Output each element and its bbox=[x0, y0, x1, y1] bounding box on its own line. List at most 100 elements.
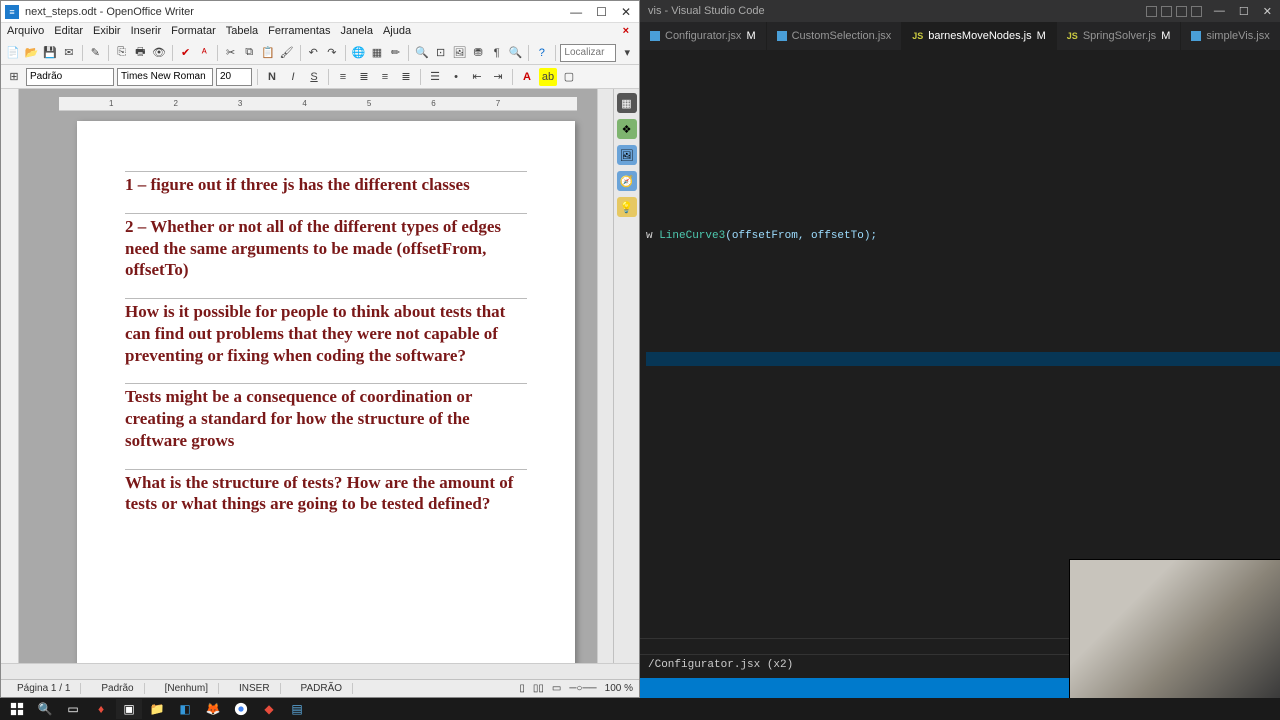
sidebar-tip-icon[interactable]: 💡 bbox=[617, 197, 637, 217]
vertical-scrollbar[interactable] bbox=[597, 89, 613, 663]
horizontal-scrollbar[interactable] bbox=[1, 663, 639, 679]
sidebar-properties-icon[interactable]: ▦ bbox=[617, 93, 637, 113]
paragraph[interactable]: 1 – figure out if three js has the diffe… bbox=[125, 171, 527, 196]
zoom-slider[interactable]: ─○── bbox=[569, 683, 596, 694]
menu-ajuda[interactable]: Ajuda bbox=[383, 25, 411, 39]
menu-tabela[interactable]: Tabela bbox=[226, 25, 258, 39]
menu-formatar[interactable]: Formatar bbox=[171, 25, 216, 39]
open-button[interactable]: 📂 bbox=[24, 44, 40, 62]
sidebar-gallery-icon[interactable]: 🖼 bbox=[617, 145, 637, 165]
redo-button[interactable]: ↷ bbox=[324, 44, 340, 62]
vs-close-button[interactable]: ✕ bbox=[1263, 5, 1272, 18]
navigator-button[interactable]: ⊡ bbox=[433, 44, 449, 62]
help-button[interactable]: ? bbox=[534, 44, 550, 62]
paragraph-style-select[interactable] bbox=[26, 68, 114, 86]
tab-simplevis[interactable]: simpleVis.jsx bbox=[1181, 22, 1280, 50]
menu-inserir[interactable]: Inserir bbox=[131, 25, 162, 39]
vs-editor[interactable]: w LineCurve3(offsetFrom, offsetTo); bbox=[640, 50, 1280, 638]
paste-button[interactable]: 📋 bbox=[260, 44, 276, 62]
align-center-button[interactable]: ≣ bbox=[355, 68, 373, 86]
view-single-icon[interactable]: ▯ bbox=[519, 683, 525, 694]
undo-button[interactable]: ↶ bbox=[305, 44, 321, 62]
vs-minimize-button[interactable]: — bbox=[1214, 5, 1225, 18]
search-button[interactable]: 🔍 bbox=[32, 699, 58, 719]
menu-arquivo[interactable]: Arquivo bbox=[7, 25, 44, 39]
datasource-button[interactable]: ⛃ bbox=[470, 44, 486, 62]
underline-button[interactable]: S bbox=[305, 68, 323, 86]
view-book-icon[interactable]: ▭ bbox=[552, 683, 561, 694]
new-doc-button[interactable]: 📄 bbox=[5, 44, 21, 62]
save-button[interactable]: 💾 bbox=[42, 44, 58, 62]
tab-customselection[interactable]: CustomSelection.jsx bbox=[767, 22, 903, 50]
menu-editar[interactable]: Editar bbox=[54, 25, 83, 39]
window-close-button[interactable]: ✕ bbox=[621, 5, 631, 19]
paragraph[interactable]: 2 – Whether or not all of the different … bbox=[125, 213, 527, 281]
font-name-select[interactable] bbox=[117, 68, 213, 86]
preview-button[interactable]: 👁 bbox=[151, 44, 167, 62]
status-page[interactable]: Página 1 / 1 bbox=[7, 683, 81, 694]
email-button[interactable]: ✉ bbox=[61, 44, 77, 62]
tab-barnesmovenodes[interactable]: JS barnesMoveNodes.js M bbox=[902, 22, 1057, 50]
taskbar-firefox[interactable]: 🦊 bbox=[200, 699, 226, 719]
numbered-list-button[interactable]: ☰ bbox=[426, 68, 444, 86]
taskbar-openoffice[interactable]: ▤ bbox=[284, 699, 310, 719]
highlight-button[interactable]: ab bbox=[539, 68, 557, 86]
taskview-button[interactable]: ▭ bbox=[60, 699, 86, 719]
status-std[interactable]: PADRÃO bbox=[291, 683, 354, 694]
menu-exibir[interactable]: Exibir bbox=[93, 25, 121, 39]
italic-button[interactable]: I bbox=[284, 68, 302, 86]
layout-panel-icon[interactable] bbox=[1161, 6, 1172, 17]
status-language[interactable]: [Nenhum] bbox=[155, 683, 219, 694]
gallery-button[interactable]: 🖼 bbox=[451, 44, 467, 62]
autospell-button[interactable]: ᴬ bbox=[196, 44, 212, 62]
export-pdf-button[interactable]: ⎘ bbox=[114, 44, 130, 62]
edit-button[interactable]: ✎ bbox=[88, 44, 104, 62]
paragraph[interactable]: How is it possible for people to think a… bbox=[125, 298, 527, 366]
taskbar-terminal[interactable]: ▣ bbox=[116, 699, 142, 719]
status-zoom[interactable]: 100 % bbox=[605, 683, 633, 694]
paragraph[interactable]: Tests might be a consequence of coordina… bbox=[125, 383, 527, 451]
cut-button[interactable]: ✂ bbox=[223, 44, 239, 62]
window-maximize-button[interactable]: ☐ bbox=[596, 5, 607, 19]
align-justify-button[interactable]: ≣ bbox=[397, 68, 415, 86]
font-size-select[interactable] bbox=[216, 68, 252, 86]
vs-maximize-button[interactable]: ☐ bbox=[1239, 5, 1249, 18]
table-button[interactable]: ▦ bbox=[369, 44, 385, 62]
page-area[interactable]: 1234567 1 – figure out if three js has t… bbox=[19, 89, 597, 663]
print-button[interactable]: 🖶 bbox=[132, 44, 148, 62]
vs-titlebar[interactable]: vis - Visual Studio Code — ☐ ✕ bbox=[640, 0, 1280, 22]
document-text[interactable]: 1 – figure out if three js has the diffe… bbox=[125, 171, 527, 515]
bgcolor-button[interactable]: ▢ bbox=[560, 68, 578, 86]
zoom-button[interactable]: 🔍 bbox=[507, 44, 523, 62]
tab-springsolver[interactable]: JS SpringSolver.js M bbox=[1057, 22, 1182, 50]
code-line[interactable]: w LineCurve3(offsetFrom, offsetTo); bbox=[646, 230, 1280, 242]
bold-button[interactable]: N bbox=[263, 68, 281, 86]
tab-configurator[interactable]: Configurator.jsx M bbox=[640, 22, 767, 50]
menu-janela[interactable]: Janela bbox=[341, 25, 373, 39]
find-input[interactable] bbox=[560, 44, 616, 62]
styles-button[interactable]: ⊞ bbox=[5, 68, 23, 86]
view-multi-icon[interactable]: ▯▯ bbox=[533, 683, 544, 694]
taskbar-explorer[interactable]: 📁 bbox=[144, 699, 170, 719]
taskbar-app-1[interactable]: ♦ bbox=[88, 699, 114, 719]
find-next-button[interactable]: ▾ bbox=[619, 44, 635, 62]
font-color-button[interactable]: A bbox=[518, 68, 536, 86]
oo-titlebar[interactable]: ≡ next_steps.odt - OpenOffice Writer — ☐… bbox=[1, 1, 639, 23]
decrease-indent-button[interactable]: ⇤ bbox=[468, 68, 486, 86]
increase-indent-button[interactable]: ⇥ bbox=[489, 68, 507, 86]
start-button[interactable] bbox=[4, 699, 30, 719]
taskbar-chrome[interactable] bbox=[228, 699, 254, 719]
hyperlink-button[interactable]: 🌐 bbox=[350, 44, 366, 62]
status-style[interactable]: Padrão bbox=[91, 683, 144, 694]
sidebar-styles-icon[interactable]: ❖ bbox=[617, 119, 637, 139]
layout-customize-icon[interactable] bbox=[1191, 6, 1202, 17]
windows-taskbar[interactable]: 🔍 ▭ ♦ ▣ 📁 ◧ 🦊 ◆ ▤ bbox=[0, 698, 1280, 720]
draw-button[interactable]: ✏ bbox=[388, 44, 404, 62]
taskbar-brave[interactable]: ◆ bbox=[256, 699, 282, 719]
document-page[interactable]: 1 – figure out if three js has the diffe… bbox=[77, 121, 575, 663]
layout-sidebar-left-icon[interactable] bbox=[1146, 6, 1157, 17]
paragraph[interactable]: What is the structure of tests? How are … bbox=[125, 469, 527, 516]
align-right-button[interactable]: ≡ bbox=[376, 68, 394, 86]
copy-button[interactable]: ⧉ bbox=[241, 44, 257, 62]
highlighted-line[interactable] bbox=[646, 352, 1280, 366]
